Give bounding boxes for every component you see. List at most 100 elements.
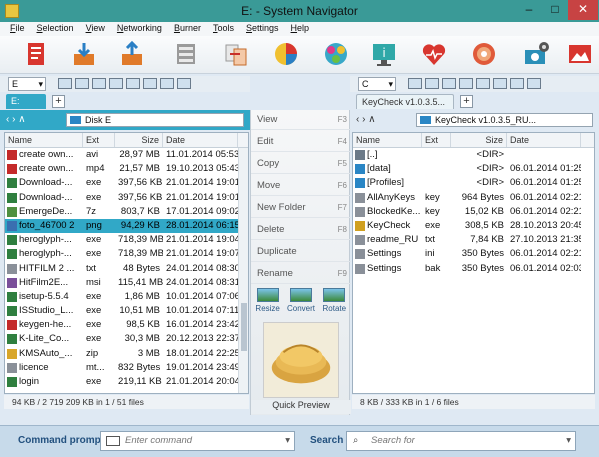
menu-file[interactable]: File — [10, 22, 25, 36]
file-row[interactable]: K-Lite_Co... exe 30,3 MB 20.12.2013 22:37 — [5, 332, 248, 346]
resize-button[interactable]: Resize — [253, 288, 283, 313]
command-input[interactable]: Enter command ▾ — [100, 431, 295, 451]
gallery-icon[interactable] — [566, 40, 594, 68]
delete-button[interactable]: Delete F8 — [251, 220, 351, 240]
file-row[interactable]: [..] <DIR> — [353, 148, 594, 162]
column-name[interactable]: Name — [5, 133, 83, 147]
file-row[interactable]: heroglyph-... exe 718,39 MB 21.01.2014 19:0… — [5, 233, 248, 247]
left-scrollbar[interactable] — [238, 148, 248, 393]
chevron-down-icon[interactable]: ▾ — [566, 432, 571, 450]
left-file-list[interactable]: Name Ext Size Date create own... avi 28,97… — [4, 132, 249, 394]
drive-icon[interactable] — [510, 78, 524, 89]
drive-icon[interactable] — [408, 78, 422, 89]
file-row[interactable]: heroglyph-... exe 718,39 MB 21.01.2014 19:0… — [5, 247, 248, 261]
add-tab-icon[interactable]: + — [52, 95, 65, 108]
drive-icon[interactable] — [160, 78, 174, 89]
menu-networking[interactable]: Networking — [117, 22, 162, 36]
search-input[interactable]: ⌕ Search for ▾ — [346, 431, 576, 451]
file-row[interactable]: Download-... exe 397,56 KB 21.01.2014 19:01 — [5, 191, 248, 205]
file-row[interactable]: foto_46700 2 png 94,29 KB 28.01.2014 06:15 — [5, 218, 248, 234]
file-row[interactable]: EmergeDe... 7z 803,7 KB 17.01.2014 09:02 — [5, 205, 248, 219]
chevron-down-icon[interactable]: ▾ — [285, 432, 290, 450]
file-row[interactable]: isetup-5.5.4 exe 1,86 MB 10.01.2014 07:06 — [5, 290, 248, 304]
file-row[interactable]: licence mt... 832 Bytes 19.01.2014 23:49 — [5, 361, 248, 375]
camera-gear-icon[interactable] — [522, 40, 550, 68]
network-icon[interactable] — [322, 40, 350, 68]
drive-icon[interactable] — [459, 78, 473, 89]
maximize-button[interactable]: □ — [542, 0, 568, 20]
right-path-box[interactable]: KeyCheck v1.0.3.5_RU... — [416, 113, 593, 127]
drive-icon[interactable] — [493, 78, 507, 89]
file-row[interactable]: login exe 219,11 KB 21.01.2014 20:04 — [5, 375, 248, 389]
file-row[interactable]: [Profiles] <DIR> 06.01.2014 01:25 — [353, 176, 594, 190]
minimize-button[interactable]: – — [516, 0, 542, 20]
duplicate-button[interactable]: Duplicate — [251, 242, 351, 262]
column-ext[interactable]: Ext — [422, 133, 451, 147]
drive-icon[interactable] — [476, 78, 490, 89]
download-box-icon[interactable] — [70, 40, 98, 68]
file-row[interactable]: KMSAuto_... zip 3 MB 18.01.2014 22:25 — [5, 347, 248, 361]
edit-button[interactable]: Edit F4 — [251, 132, 351, 152]
disc-icon[interactable] — [470, 40, 498, 68]
quick-preview-label[interactable]: Quick Preview — [251, 400, 351, 414]
tab-right-keycheck[interactable]: KeyCheck v1.0.3.5... — [356, 94, 454, 109]
menu-tools[interactable]: Tools — [213, 22, 234, 36]
file-row[interactable]: HITFILM 2 ... txt 48 Bytes 24.01.2014 08:30 — [5, 262, 248, 276]
column-size[interactable]: Size — [451, 133, 507, 147]
compare-icon[interactable] — [222, 40, 250, 68]
drive-icon[interactable] — [177, 78, 191, 89]
file-row[interactable]: ISStudio_L... exe 10,51 MB 10.01.2014 07:11 — [5, 304, 248, 318]
file-row[interactable]: [data] <DIR> 06.01.2014 01:25 — [353, 162, 594, 176]
archive-icon[interactable] — [172, 40, 200, 68]
drive-icon[interactable] — [527, 78, 541, 89]
drive-icon[interactable] — [143, 78, 157, 89]
close-button[interactable]: ✕ — [568, 0, 598, 20]
file-row[interactable]: HitFilm2E... msi 115,41 MB 24.01.2014 08:31 — [5, 276, 248, 290]
file-row[interactable]: Download-... exe 397,56 KB 21.01.2014 19:01 — [5, 176, 248, 190]
file-row[interactable]: keygen-he... exe 98,5 KB 16.01.2014 23:42 — [5, 318, 248, 332]
info-monitor-icon[interactable]: i — [370, 40, 398, 68]
column-name[interactable]: Name — [353, 133, 422, 147]
view-button[interactable]: View F3 — [251, 110, 351, 130]
red-document-icon[interactable] — [22, 40, 50, 68]
move-button[interactable]: Move F6 — [251, 176, 351, 196]
file-row[interactable]: AllAnyKeys key 964 Bytes 06.01.2014 02:21 — [353, 191, 594, 205]
drive-icon[interactable] — [109, 78, 123, 89]
file-row[interactable]: Settings ini 350 Bytes 06.01.2014 02:21 — [353, 247, 594, 261]
menu-burner[interactable]: Burner — [174, 22, 201, 36]
heart-pulse-icon[interactable] — [420, 40, 448, 68]
right-file-list[interactable]: Name Ext Size Date [..] <DIR> [data] <DIR> 0… — [352, 132, 595, 394]
nav-buttons[interactable]: ‹ › ∧ — [356, 114, 376, 125]
pie-chart-icon[interactable] — [272, 40, 300, 68]
drive-icon[interactable] — [92, 78, 106, 89]
tab-left-e[interactable]: E: — [6, 94, 46, 109]
column-ext[interactable]: Ext — [83, 133, 115, 147]
right-drive-select[interactable]: C — [358, 77, 396, 91]
drive-icon[interactable] — [425, 78, 439, 89]
left-path-box[interactable]: Disk E — [66, 113, 244, 127]
file-row[interactable]: KeyCheck exe 308,5 KB 28.10.2013 20:45 — [353, 219, 594, 233]
column-size[interactable]: Size — [115, 133, 163, 147]
column-date[interactable]: Date — [507, 133, 581, 147]
left-drive-select[interactable]: E — [8, 77, 46, 91]
scroll-thumb[interactable] — [241, 303, 247, 351]
drive-icon[interactable] — [58, 78, 72, 89]
drive-icon[interactable] — [442, 78, 456, 89]
menu-help[interactable]: Help — [291, 22, 310, 36]
upload-box-icon[interactable] — [118, 40, 146, 68]
nav-buttons[interactable]: ‹ › ∧ — [6, 114, 26, 125]
copy-button[interactable]: Copy F5 — [251, 154, 351, 174]
file-row[interactable]: readme_RU txt 7,84 KB 27.10.2013 21:35 — [353, 233, 594, 247]
file-row[interactable]: create own... avi 28,97 MB 11.01.2014 05:53 — [5, 148, 248, 162]
file-row[interactable]: create own... mp4 21,57 MB 19.10.2013 05:43 — [5, 162, 248, 176]
drive-icon[interactable] — [126, 78, 140, 89]
convert-button[interactable]: Convert — [286, 288, 316, 313]
rotate-button[interactable]: Rotate — [319, 288, 349, 313]
rename-button[interactable]: Rename F9 — [251, 264, 351, 284]
add-tab-icon[interactable]: + — [460, 95, 473, 108]
menu-settings[interactable]: Settings — [246, 22, 279, 36]
new-folder-button[interactable]: New Folder F7 — [251, 198, 351, 218]
drive-icon[interactable] — [75, 78, 89, 89]
menu-view[interactable]: View — [86, 22, 105, 36]
file-row[interactable]: Settings bak 350 Bytes 06.01.2014 02:03 — [353, 262, 594, 276]
